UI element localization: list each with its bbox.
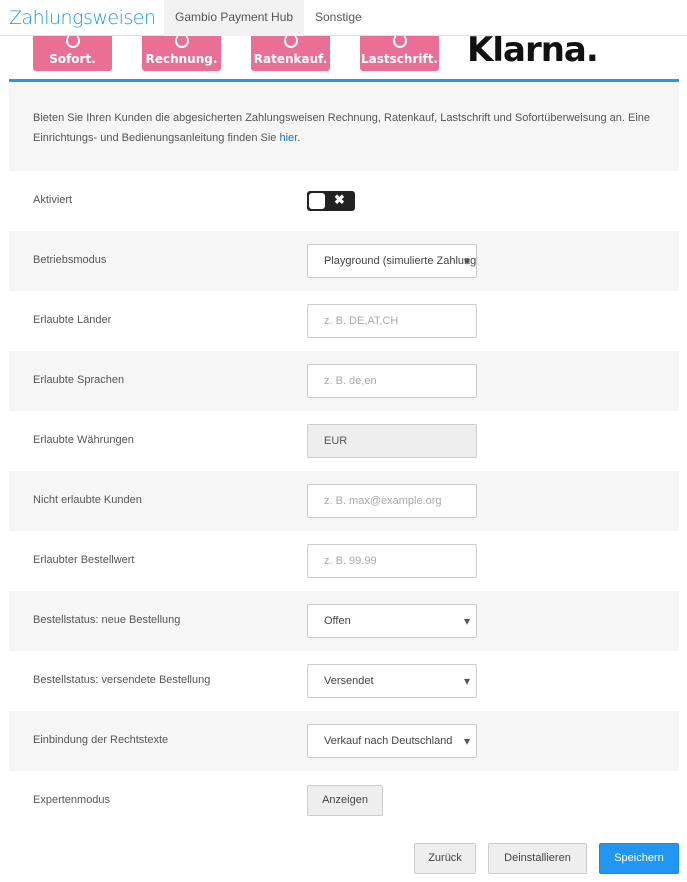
- tab-gambio-payment-hub[interactable]: Gambio Payment Hub: [164, 0, 305, 36]
- row-expertenmodus: Expertenmodus Anzeigen: [9, 771, 679, 831]
- label: Nicht erlaubte Kunden: [33, 494, 142, 506]
- save-button[interactable]: Speichern: [599, 843, 679, 874]
- row-kunden: Nicht erlaubte Kunden z. B. max@example.…: [9, 471, 679, 531]
- row-waehrungen: Erlaubte Währungen EUR: [9, 411, 679, 471]
- bestellwert-input[interactable]: z. B. 99.99: [307, 544, 477, 578]
- sprachen-input[interactable]: z. B. de,en: [307, 364, 477, 398]
- row-aktiviert: Aktiviert ✖: [9, 171, 679, 231]
- row-status-neu: Bestellstatus: neue Bestellung Offen: [9, 591, 679, 651]
- pizza-icon: [283, 34, 298, 48]
- row-bestellwert: Erlaubter Bestellwert z. B. 99.99: [9, 531, 679, 591]
- row-rechtstexte: Einbindung der Rechtstexte Verkauf nach …: [9, 711, 679, 771]
- label: Aktiviert: [33, 194, 73, 206]
- waehrungen-input[interactable]: EUR: [307, 424, 477, 458]
- label: Erlaubter Bestellwert: [33, 554, 135, 566]
- label: Erlaubte Sprachen: [33, 374, 125, 386]
- kunden-input[interactable]: z. B. max@example.org: [307, 484, 477, 518]
- tab-sonstige[interactable]: Sonstige: [304, 0, 373, 36]
- rechnung-logo: Rechnung.: [142, 34, 221, 71]
- logo-label: Lastschrift.: [361, 52, 438, 66]
- label: Betriebsmodus: [33, 254, 107, 266]
- help-link[interactable]: hier: [279, 132, 297, 144]
- label: Bestellstatus: neue Bestellung: [33, 614, 181, 626]
- status-neu-select[interactable]: Offen: [307, 604, 477, 638]
- toggle-knob: [309, 193, 325, 209]
- page-title: Zahlungsweisen: [9, 7, 156, 29]
- aktiviert-toggle[interactable]: ✖: [307, 191, 355, 211]
- klarna-logo: Klarna.: [467, 30, 599, 70]
- top-bar: Zahlungsweisen Gambio Payment Hub Sonsti…: [0, 0, 687, 36]
- betriebsmodus-select[interactable]: Playground (simulierte Zahlungen): [307, 244, 477, 278]
- row-sprachen: Erlaubte Sprachen z. B. de,en: [9, 351, 679, 411]
- label: Expertenmodus: [33, 794, 111, 806]
- label: Bestellstatus: versendete Bestellung: [33, 674, 211, 686]
- hand-icon: [392, 34, 407, 48]
- logo-label: Rechnung.: [145, 52, 218, 66]
- row-status-versendet: Bestellstatus: versendete Bestellung Ver…: [9, 651, 679, 711]
- row-laender: Erlaubte Länder z. B. DE,AT,CH: [9, 291, 679, 351]
- divider: [9, 79, 679, 82]
- info-box: Bieten Sie Ihren Kunden die abgesicherte…: [9, 83, 679, 171]
- glasses-icon: [174, 34, 189, 48]
- label: Einbindung der Rechtstexte: [33, 734, 169, 746]
- label: Erlaubte Länder: [33, 314, 112, 326]
- uninstall-button[interactable]: Deinstallieren: [488, 843, 587, 874]
- logo-label: Ratenkauf.: [253, 52, 328, 66]
- status-versendet-select[interactable]: Versendet: [307, 664, 477, 698]
- rechtstexte-select[interactable]: Verkauf nach Deutschland: [307, 724, 477, 758]
- row-betriebsmodus: Betriebsmodus Playground (simulierte Zah…: [9, 231, 679, 291]
- back-button[interactable]: Zurück: [414, 843, 476, 874]
- info-text: Bieten Sie Ihren Kunden die abgesicherte…: [33, 112, 651, 144]
- close-icon: ✖: [334, 192, 345, 207]
- logo-label: Sofort.: [49, 52, 96, 66]
- info-end: .: [297, 132, 301, 144]
- anzeigen-button[interactable]: Anzeigen: [307, 785, 383, 816]
- hand-icon: [65, 34, 80, 48]
- ratenkauf-logo: Ratenkauf.: [251, 34, 330, 71]
- label: Erlaubte Währungen: [33, 434, 134, 446]
- lastschrift-logo: Lastschrift.: [360, 34, 439, 71]
- sofort-logo: Sofort.: [33, 34, 112, 71]
- laender-input[interactable]: z. B. DE,AT,CH: [307, 304, 477, 338]
